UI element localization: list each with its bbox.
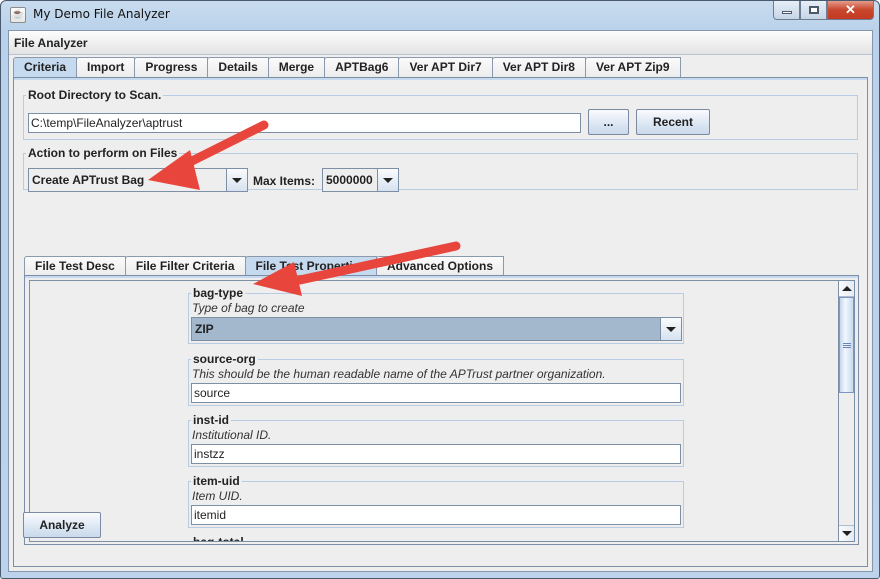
property-name: item-uid [193,474,240,488]
tab-progress[interactable]: Progress [134,57,209,77]
tab-ver-apt-dir7[interactable]: Ver APT Dir7 [398,57,493,77]
action-select-value: Create APTrust Bag [29,169,227,191]
close-button[interactable]: ✕ [827,1,874,20]
analyze-button[interactable]: Analyze [23,512,101,538]
window-title: My Demo File Analyzer [33,7,170,21]
file-test-properties-panel: bag-type Type of bag to create ZIP sourc… [24,275,859,545]
app-window: ☕ My Demo File Analyzer ✕ File Analyzer … [0,0,880,579]
tab-file-test-properties[interactable]: File Test Properties [244,256,377,276]
chevron-down-icon[interactable] [661,318,681,340]
property-description: Institutional ID. [192,428,272,442]
tab-file-filter-criteria[interactable]: File Filter Criteria [124,256,246,276]
tab-import[interactable]: Import [76,57,136,77]
arrow-up-icon [841,286,852,291]
inst-id-input[interactable]: instzz [191,444,681,464]
client-area: File Analyzer Criteria Import Progress D… [8,30,873,572]
recent-button[interactable]: Recent [636,109,710,135]
arrow-down-icon [841,531,852,536]
close-icon: ✕ [845,2,856,17]
frame-title: File Analyzer [14,36,88,50]
property-item-uid: item-uid Item UID. itemid [188,474,684,528]
property-inst-id: inst-id Institutional ID. instzz [188,413,684,467]
action-legend: Action to perform on Files [28,146,178,160]
source-org-input[interactable]: source [191,383,681,403]
grip-icon [842,342,851,348]
maximize-icon [808,6,819,14]
property-source-org: source-org This should be the human read… [188,352,684,406]
tab-file-test-desc[interactable]: File Test Desc [24,256,126,276]
root-directory-legend: Root Directory to Scan. [28,88,162,102]
properties-scroll-pane: bag-type Type of bag to create ZIP sourc… [29,280,855,542]
tab-advanced-options[interactable]: Advanced Options [376,256,505,276]
title-bar[interactable]: ☕ My Demo File Analyzer ✕ [1,1,879,29]
item-uid-input[interactable]: itemid [191,505,681,525]
frame-header: File Analyzer [9,31,872,55]
max-items-value: 5000000 [323,169,378,191]
tab-criteria[interactable]: Criteria [13,57,78,77]
property-description: Item UID. [192,489,243,503]
sub-tab-bar: File Test Desc File Filter Criteria File… [24,256,505,276]
minimize-icon [781,11,792,14]
max-items-select[interactable]: 5000000 [322,168,399,192]
maximize-button[interactable] [800,1,827,20]
scrollbar-thumb[interactable] [839,297,854,393]
property-description: Type of bag to create [192,301,305,315]
minimize-button[interactable] [773,1,800,20]
property-name: inst-id [193,413,229,427]
tab-aptbag6[interactable]: APTBag6 [324,57,400,77]
chevron-down-icon[interactable] [378,169,398,191]
scroll-down-button[interactable] [839,525,854,541]
tab-ver-apt-zip9[interactable]: Ver APT Zip9 [584,57,681,77]
root-directory-input[interactable]: C:\temp\FileAnalyzer\aptrust [28,113,581,133]
browse-button[interactable]: ... [588,109,629,135]
bag-type-select[interactable]: ZIP [191,317,682,341]
property-bag-total: bag-total [188,535,684,542]
action-select[interactable]: Create APTrust Bag [28,168,248,192]
bag-type-value: ZIP [192,318,661,340]
property-name: bag-type [193,286,244,300]
java-app-icon: ☕ [10,7,26,23]
property-name: source-org [193,352,256,366]
scroll-up-button[interactable] [839,281,854,297]
chevron-down-icon[interactable] [227,169,247,191]
max-items-label: Max Items: [253,174,316,188]
main-tab-bar: Criteria Import Progress Details Merge A… [13,57,681,77]
tab-merge[interactable]: Merge [267,57,326,77]
vertical-scrollbar[interactable] [838,281,854,541]
property-name: bag-total [193,535,244,542]
criteria-panel: Root Directory to Scan. C:\temp\FileAnal… [13,77,868,567]
property-bag-type: bag-type Type of bag to create ZIP [188,286,684,344]
property-description: This should be the human readable name o… [192,367,606,381]
tab-details[interactable]: Details [207,57,269,77]
tab-ver-apt-dir8[interactable]: Ver APT Dir8 [491,57,586,77]
